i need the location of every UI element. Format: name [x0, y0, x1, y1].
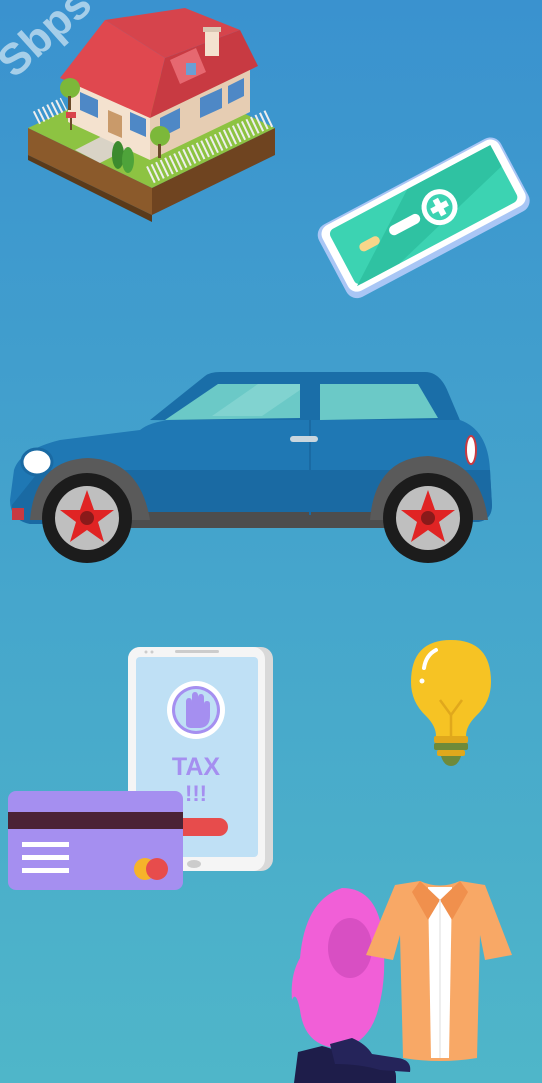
front-wheel — [42, 473, 132, 563]
tax-exclaim: !!! — [185, 781, 207, 806]
hand-stop-icon — [167, 681, 225, 739]
rear-wheel — [383, 473, 473, 563]
credit-card-icon — [8, 791, 183, 890]
illustration-canvas: Sbps TAX !!! — [0, 0, 542, 1083]
tax-title: TAX — [172, 753, 220, 781]
